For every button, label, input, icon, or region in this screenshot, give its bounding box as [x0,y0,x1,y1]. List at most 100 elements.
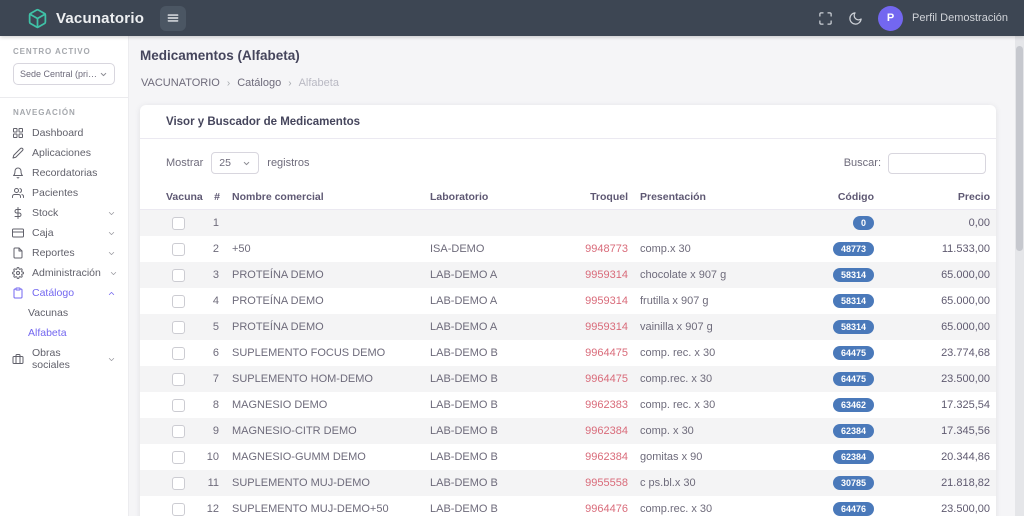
breadcrumb-separator: › [227,78,230,89]
sidebar-item-catalogo[interactable]: Catálogo [0,283,128,303]
brand-name: Vacunatorio [56,10,144,27]
row-checkbox[interactable] [172,269,185,282]
cell-laboratorio: LAB-DEMO B [424,496,564,516]
header-nombre-comercial[interactable]: Nombre comercial [226,185,424,210]
cell-precio: 23.500,00 [880,366,996,392]
page-size-value: 25 [219,157,231,169]
sidebar-item-reportes[interactable]: Reportes [0,243,128,263]
briefcase-icon [12,353,24,365]
dark-mode-moon-icon[interactable] [848,11,863,26]
row-checkbox[interactable] [172,321,185,334]
active-center-select[interactable]: Sede Central (princ... [13,63,115,85]
sidebar-subitem-alfabeta[interactable]: Alfabeta [0,323,128,343]
header-vacuna[interactable]: Vacuna [140,185,196,210]
cell-troquel: 9964475 [564,366,634,392]
sidebar: CENTRO ACTIVO Sede Central (princ... NAV… [0,36,129,516]
row-checkbox[interactable] [172,503,185,516]
nav-heading: NAVEGACIÓN [13,108,115,117]
page-length-control: Mostrar 25 registros [166,152,309,174]
breadcrumb-item-vacunatorio[interactable]: VACUNATORIO [141,77,220,89]
cell-presentacion: comp.x 30 [634,236,790,262]
header-troquel[interactable]: Troquel [564,185,634,210]
cell-precio: 65.000,00 [880,288,996,314]
sidebar-item-stock[interactable]: Stock [0,203,128,223]
cell-laboratorio [424,210,564,237]
cell-laboratorio: ISA-DEMO [424,236,564,262]
codigo-badge: 63462 [833,398,874,412]
profile-menu[interactable]: P Perfil Demostración [878,6,1008,31]
breadcrumb-item-catalogo[interactable]: Catálogo [237,77,281,89]
row-checkbox[interactable] [172,217,185,230]
sidebar-item-aplicaciones[interactable]: Aplicaciones [0,143,128,163]
page-scrollbar-track[interactable] [1015,36,1024,516]
cell-numero: 1 [196,210,226,237]
table-controls: Mostrar 25 registros Buscar: [140,139,996,184]
cell-nombre-comercial [226,210,424,237]
codigo-badge: 62384 [833,450,874,464]
cell-presentacion: vainilla x 907 g [634,314,790,340]
row-checkbox[interactable] [172,295,185,308]
cell-precio: 21.818,82 [880,470,996,496]
table-row: 8 MAGNESIO DEMO LAB-DEMO B 9962383 comp.… [140,392,996,418]
cell-numero: 9 [196,418,226,444]
fullscreen-icon[interactable] [818,11,833,26]
cell-troquel: 9964475 [564,340,634,366]
row-checkbox[interactable] [172,399,185,412]
active-center-label: CENTRO ACTIVO [13,47,115,56]
row-checkbox[interactable] [172,243,185,256]
medications-table: Vacuna # Nombre comercial Laboratorio Tr… [140,185,996,516]
cell-numero: 6 [196,340,226,366]
header-laboratorio[interactable]: Laboratorio [424,185,564,210]
table-row: 12 SUPLEMENTO MUJ-DEMO+50 LAB-DEMO B 996… [140,496,996,516]
cell-nombre-comercial: MAGNESIO-CITR DEMO [226,418,424,444]
cell-nombre-comercial: SUPLEMENTO HOM-DEMO [226,366,424,392]
sidebar-item-dashboard[interactable]: Dashboard [0,123,128,143]
cell-presentacion [634,210,790,237]
credit-card-icon [12,227,24,239]
cell-numero: 8 [196,392,226,418]
page-title: Medicamentos (Alfabeta) [140,48,300,63]
page-size-select[interactable]: 25 [211,152,259,174]
codigo-badge: 64476 [833,502,874,516]
cell-precio: 23.500,00 [880,496,996,516]
header-codigo[interactable]: Código [790,185,880,210]
codigo-badge: 58314 [833,294,874,308]
active-center-value: Sede Central (princ... [20,69,99,79]
cell-presentacion: comp. x 30 [634,418,790,444]
cell-troquel: 9962383 [564,392,634,418]
sidebar-item-administracion[interactable]: Administración [0,263,128,283]
brand[interactable]: Vacunatorio [0,8,144,29]
cell-nombre-comercial: PROTEÍNA DEMO [226,314,424,340]
cell-precio: 23.774,68 [880,340,996,366]
sidebar-subitem-vacunas[interactable]: Vacunas [0,303,128,323]
chevron-down-icon [242,159,251,168]
sidebar-toggle-button[interactable] [160,6,186,31]
search-label: Buscar: [844,157,881,169]
cell-laboratorio: LAB-DEMO B [424,444,564,470]
header-precio[interactable]: Precio [880,185,996,210]
topbar-actions: P Perfil Demostración [818,6,1024,31]
sidebar-item-caja[interactable]: Caja [0,223,128,243]
dollar-icon [12,207,24,219]
table-row: 7 SUPLEMENTO HOM-DEMO LAB-DEMO B 9964475… [140,366,996,392]
cell-numero: 11 [196,470,226,496]
cell-laboratorio: LAB-DEMO A [424,314,564,340]
chevron-down-icon [109,269,118,278]
sidebar-item-pacientes[interactable]: Pacientes [0,183,128,203]
cell-presentacion: comp. rec. x 30 [634,392,790,418]
row-checkbox[interactable] [172,451,185,464]
row-checkbox[interactable] [172,373,185,386]
row-checkbox[interactable] [172,477,185,490]
row-checkbox[interactable] [172,425,185,438]
chevron-down-icon [107,249,116,258]
cell-presentacion: gomitas x 90 [634,444,790,470]
row-checkbox[interactable] [172,347,185,360]
sidebar-item-recordatorias[interactable]: Recordatorias [0,163,128,183]
header-presentacion[interactable]: Presentación [634,185,790,210]
length-prefix-label: Mostrar [166,157,203,169]
page-scrollbar-thumb[interactable] [1016,46,1023,251]
search-input[interactable] [888,153,986,174]
cell-nombre-comercial: MAGNESIO-GUMM DEMO [226,444,424,470]
cell-precio: 17.325,54 [880,392,996,418]
sidebar-item-obras-sociales[interactable]: Obras sociales [0,343,128,375]
